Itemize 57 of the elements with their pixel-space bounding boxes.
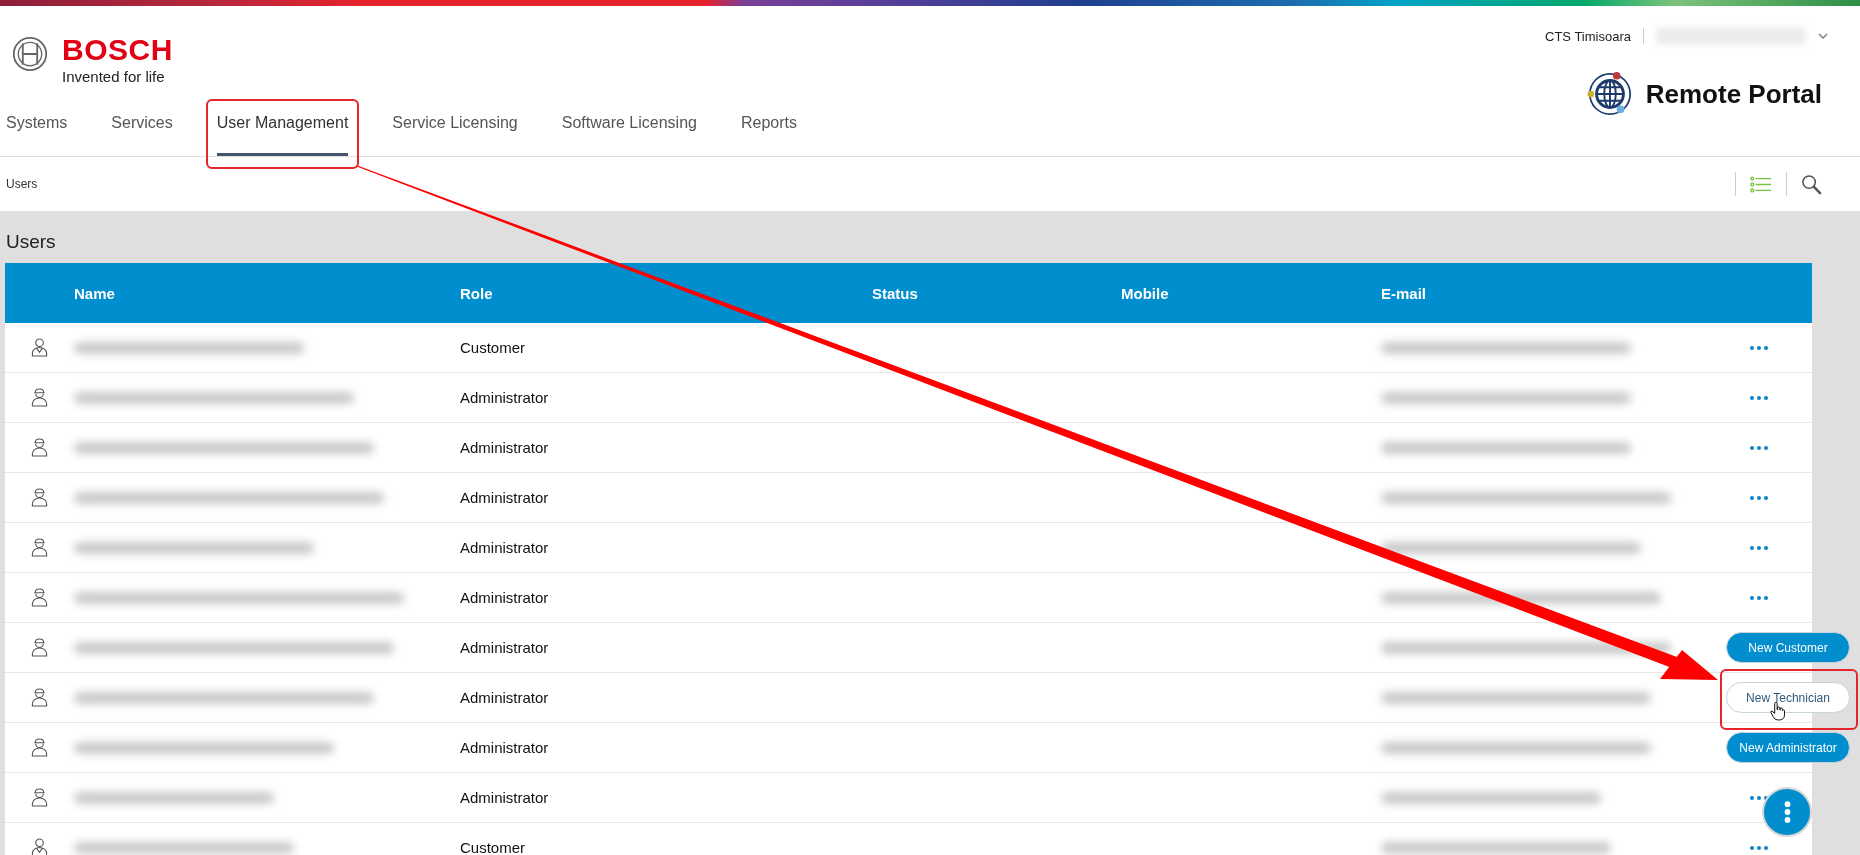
table-cell-text: Administrator bbox=[460, 489, 550, 506]
breadcrumb[interactable]: Users bbox=[6, 177, 38, 191]
table-cell-text: Administrator bbox=[460, 589, 550, 606]
more-icon[interactable] bbox=[1750, 545, 1768, 550]
more-icon[interactable] bbox=[1750, 445, 1768, 450]
page-title: Users bbox=[5, 230, 57, 254]
table-cell-text: Customer bbox=[460, 339, 527, 356]
brand-name: BOSCH bbox=[62, 34, 173, 66]
vertical-dots-icon bbox=[1783, 800, 1791, 824]
person-icon bbox=[31, 338, 48, 357]
table-cell-text: Customer bbox=[460, 839, 527, 855]
more-icon[interactable] bbox=[1750, 345, 1768, 350]
nav-tab[interactable]: Software Licensing bbox=[561, 106, 697, 156]
more-icon[interactable] bbox=[1750, 845, 1768, 850]
chevron-down-icon[interactable] bbox=[1818, 33, 1828, 39]
action-button[interactable]: New Customer bbox=[1726, 632, 1850, 663]
globe-logo-icon bbox=[1585, 70, 1634, 118]
search-icon[interactable] bbox=[1801, 173, 1822, 195]
table-cell-text: Administrator bbox=[460, 439, 550, 456]
table-cell-text: Administrator bbox=[460, 539, 550, 556]
nav-tab[interactable]: Services bbox=[111, 106, 173, 156]
person-with-hat-icon bbox=[31, 538, 48, 557]
more-icon[interactable] bbox=[1750, 395, 1768, 400]
app-name: Remote Portal bbox=[1645, 78, 1822, 110]
table-cell-text: Administrator bbox=[460, 689, 550, 706]
brand-tagline: Invented for life bbox=[62, 68, 166, 85]
person-with-hat-icon bbox=[31, 588, 48, 607]
logo-icon bbox=[12, 36, 48, 72]
nav-tab[interactable]: User Management bbox=[216, 106, 349, 156]
nav-tab[interactable]: Service Licensing bbox=[392, 106, 518, 156]
person-with-hat-icon bbox=[31, 388, 48, 407]
column-header: Status bbox=[872, 284, 919, 302]
column-header: Role bbox=[460, 284, 494, 302]
person-with-hat-icon bbox=[31, 438, 48, 457]
hand-cursor-icon bbox=[1770, 702, 1785, 721]
person-with-hat-icon bbox=[31, 638, 48, 657]
nav-tab[interactable]: Reports bbox=[740, 106, 797, 156]
location-label: CTS Timisoara bbox=[1545, 28, 1631, 44]
person-icon bbox=[31, 838, 48, 855]
column-header: Name bbox=[74, 284, 116, 302]
table-cell-text: Administrator bbox=[460, 789, 550, 806]
action-button[interactable]: New Administrator bbox=[1726, 732, 1850, 763]
more-icon[interactable] bbox=[1750, 795, 1768, 800]
table-cell-text: Administrator bbox=[460, 389, 550, 406]
person-with-hat-icon bbox=[31, 688, 48, 707]
person-with-hat-icon bbox=[31, 738, 48, 757]
person-with-hat-icon bbox=[31, 788, 48, 807]
person-with-hat-icon bbox=[31, 488, 48, 507]
more-icon[interactable] bbox=[1750, 495, 1768, 500]
nav-tab[interactable]: Systems bbox=[6, 106, 68, 156]
table-cell-text: Administrator bbox=[460, 739, 550, 756]
more-icon[interactable] bbox=[1750, 595, 1768, 600]
action-button[interactable]: New Technician bbox=[1726, 682, 1850, 713]
table-cell-text: Administrator bbox=[460, 639, 550, 656]
list-view-icon[interactable] bbox=[1750, 175, 1772, 193]
column-header: Mobile bbox=[1121, 284, 1170, 302]
column-header: E-mail bbox=[1381, 284, 1427, 302]
